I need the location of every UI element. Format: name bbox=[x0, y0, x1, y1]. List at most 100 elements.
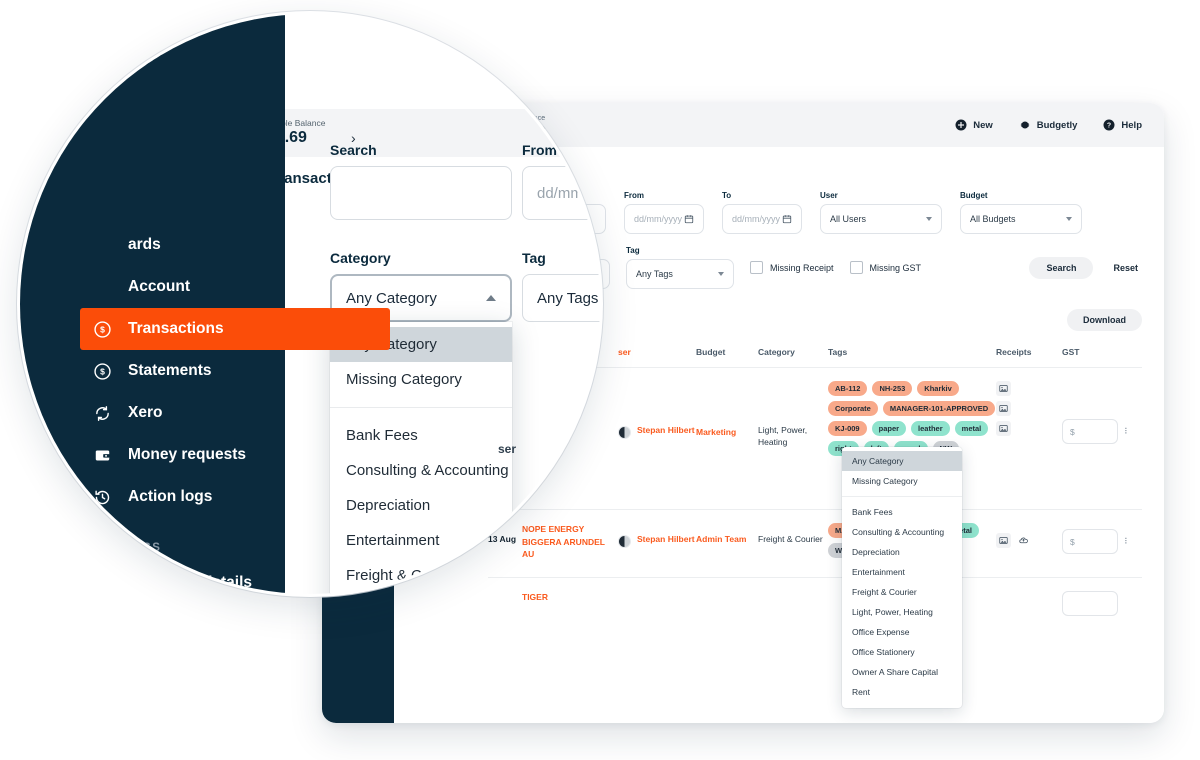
dropdown-option[interactable]: Office Stationery bbox=[842, 642, 962, 662]
sidebar-item-label: Action logs bbox=[128, 488, 213, 505]
cell-user: Stepan Hilbert bbox=[618, 425, 696, 440]
building-icon bbox=[94, 575, 111, 592]
checkbox-box[interactable] bbox=[849, 261, 863, 274]
cell-budget: Admin Team bbox=[696, 534, 747, 545]
user-select[interactable]: All Users bbox=[820, 204, 942, 234]
sidebar-item-xero[interactable]: Xero bbox=[80, 392, 390, 434]
dropdown-option[interactable]: Rent bbox=[842, 682, 962, 702]
cell-receipts bbox=[996, 533, 1062, 549]
missing-receipt-checkbox[interactable]: Missing Receipt bbox=[750, 261, 834, 274]
tag-chip[interactable]: Kharkiv bbox=[917, 381, 959, 397]
dropdown-option[interactable]: Missing Category bbox=[842, 471, 962, 491]
image-icon[interactable] bbox=[996, 533, 1011, 549]
dollar-circle-icon: $ bbox=[94, 362, 111, 380]
sidebar-item-ards[interactable]: ards bbox=[80, 224, 390, 266]
cell-budget: Marketing bbox=[696, 427, 737, 438]
image-icon[interactable] bbox=[996, 421, 1011, 437]
column-header-category: Category bbox=[758, 347, 795, 357]
svg-text:$: $ bbox=[100, 366, 105, 376]
dropdown-option[interactable]: Office Expense bbox=[842, 622, 962, 642]
image-icon[interactable] bbox=[996, 401, 1011, 417]
lens-from-date-input[interactable]: dd/mm/yyyy bbox=[522, 166, 600, 220]
lens-tag-select[interactable]: Any Tags bbox=[522, 274, 600, 322]
row-menu-icon[interactable]: ⠇ bbox=[1124, 537, 1131, 546]
missing-gst-checkbox[interactable]: Missing GST bbox=[849, 261, 921, 274]
svg-text:$: $ bbox=[100, 324, 105, 334]
sidebar-item-label: Company details bbox=[128, 574, 253, 591]
sidebar-item-statements[interactable]: $ Statements bbox=[80, 350, 390, 392]
sidebar-item-account[interactable]: Account bbox=[80, 266, 390, 308]
column-header-budget: Budget bbox=[696, 347, 726, 357]
user-field-group: User All Users bbox=[820, 191, 942, 234]
user-label: User bbox=[820, 191, 838, 200]
checkbox-box[interactable] bbox=[750, 261, 763, 274]
category-dropdown-small[interactable]: Any Category Missing Category Bank Fees Con… bbox=[842, 447, 962, 708]
to-label: To bbox=[722, 191, 732, 200]
sidebar-item-company-details[interactable]: Company details bbox=[80, 562, 390, 594]
search-button[interactable]: Search bbox=[1029, 256, 1094, 279]
dropdown-option[interactable]: Consulting & Accounting bbox=[842, 522, 962, 542]
dropdown-option[interactable]: Freight & Courier bbox=[842, 582, 962, 602]
budget-select[interactable]: All Budgets bbox=[960, 204, 1082, 234]
tag-select[interactable]: Any Tags bbox=[626, 259, 734, 289]
cell-gst bbox=[1062, 591, 1142, 617]
sidebar-item-action-logs[interactable]: Action logs bbox=[80, 476, 390, 518]
gst-prefix: $ bbox=[1070, 426, 1075, 437]
tag-chip[interactable]: paper bbox=[871, 421, 907, 437]
tag-chip[interactable]: NH-253 bbox=[872, 381, 913, 397]
column-header-user: ser bbox=[618, 347, 631, 357]
question-circle-icon: ? bbox=[1103, 119, 1115, 131]
sidebar-item-label: ards bbox=[128, 236, 161, 253]
avatar bbox=[618, 535, 631, 549]
to-date-input[interactable]: dd/mm/yyyy bbox=[722, 204, 802, 234]
sidebar-item-money-requests[interactable]: Money requests bbox=[80, 434, 390, 476]
gst-amount-input[interactable]: $ bbox=[1062, 529, 1118, 555]
dropdown-option[interactable]: Depreciation bbox=[842, 542, 962, 562]
dropdown-option[interactable]: Light, Power, Heating bbox=[842, 602, 962, 622]
dropdown-option[interactable]: Entertainment bbox=[842, 562, 962, 582]
cell-user: Stepan Hilbert bbox=[618, 534, 696, 549]
tag-chip[interactable]: metal bbox=[954, 421, 989, 437]
avatar bbox=[618, 426, 631, 440]
tag-chip[interactable]: leather bbox=[911, 421, 950, 437]
gst-amount-input[interactable]: $ bbox=[1062, 419, 1118, 445]
help-button[interactable]: ? Help bbox=[1103, 119, 1142, 131]
from-date-input[interactable]: dd/mm/yyyy bbox=[624, 204, 704, 234]
sidebar-item-label: Statements bbox=[128, 362, 212, 379]
download-button[interactable]: Download bbox=[1067, 309, 1142, 331]
wallet-icon bbox=[94, 447, 111, 464]
column-header-tags: Tags bbox=[828, 347, 848, 357]
budget-label: Budget bbox=[960, 191, 988, 200]
cell-tags: AB-112 NH-253 Kharkiv Corporate MANAGER-101-… bbox=[828, 381, 996, 457]
none bbox=[94, 237, 111, 254]
column-header-receipts: Receipts bbox=[996, 347, 1032, 357]
lens-nav: ards Account $ Transactions $ Statements Xero M… bbox=[80, 224, 390, 594]
dropdown-option[interactable]: Any Category bbox=[842, 451, 962, 471]
image-icon[interactable] bbox=[996, 381, 1011, 397]
sidebar-item-transactions[interactable]: $ Transactions bbox=[80, 308, 390, 350]
reset-button[interactable]: Reset bbox=[1109, 257, 1142, 279]
tag-chip[interactable]: KJ-009 bbox=[828, 421, 867, 437]
lens-tag-label: Tag bbox=[522, 250, 546, 266]
sidebar-item-label: Transactions bbox=[128, 320, 224, 337]
divider bbox=[842, 496, 962, 497]
tag-chip[interactable]: AB-112 bbox=[828, 381, 868, 397]
lens-from-placeholder: dd/mm/yyyy bbox=[537, 184, 600, 202]
gst-amount-input[interactable] bbox=[1062, 591, 1118, 617]
lens-tag-value: Any Tags bbox=[537, 289, 599, 307]
dropdown-option[interactable]: Bank Fees bbox=[842, 502, 962, 522]
lens-search-input[interactable] bbox=[330, 166, 512, 220]
tag-chip[interactable]: MANAGER-101-APPROVED bbox=[882, 401, 996, 417]
new-button[interactable]: New bbox=[955, 119, 993, 131]
row-menu-icon[interactable]: ⠇ bbox=[1124, 427, 1131, 436]
lens-search-label: Search bbox=[330, 142, 377, 158]
tag-chip[interactable]: Corporate bbox=[828, 401, 878, 417]
calendar-icon[interactable] bbox=[782, 214, 792, 224]
missing-receipt-label: Missing Receipt bbox=[770, 262, 834, 273]
cell-category: Freight & Courier bbox=[758, 534, 823, 545]
budgetly-button[interactable]: Budgetly bbox=[1019, 119, 1077, 131]
dropdown-option[interactable]: Owner A Share Capital bbox=[842, 662, 962, 682]
column-header-gst: GST bbox=[1062, 347, 1080, 357]
cloud-upload-icon[interactable] bbox=[1016, 533, 1031, 548]
calendar-icon[interactable] bbox=[684, 214, 694, 224]
